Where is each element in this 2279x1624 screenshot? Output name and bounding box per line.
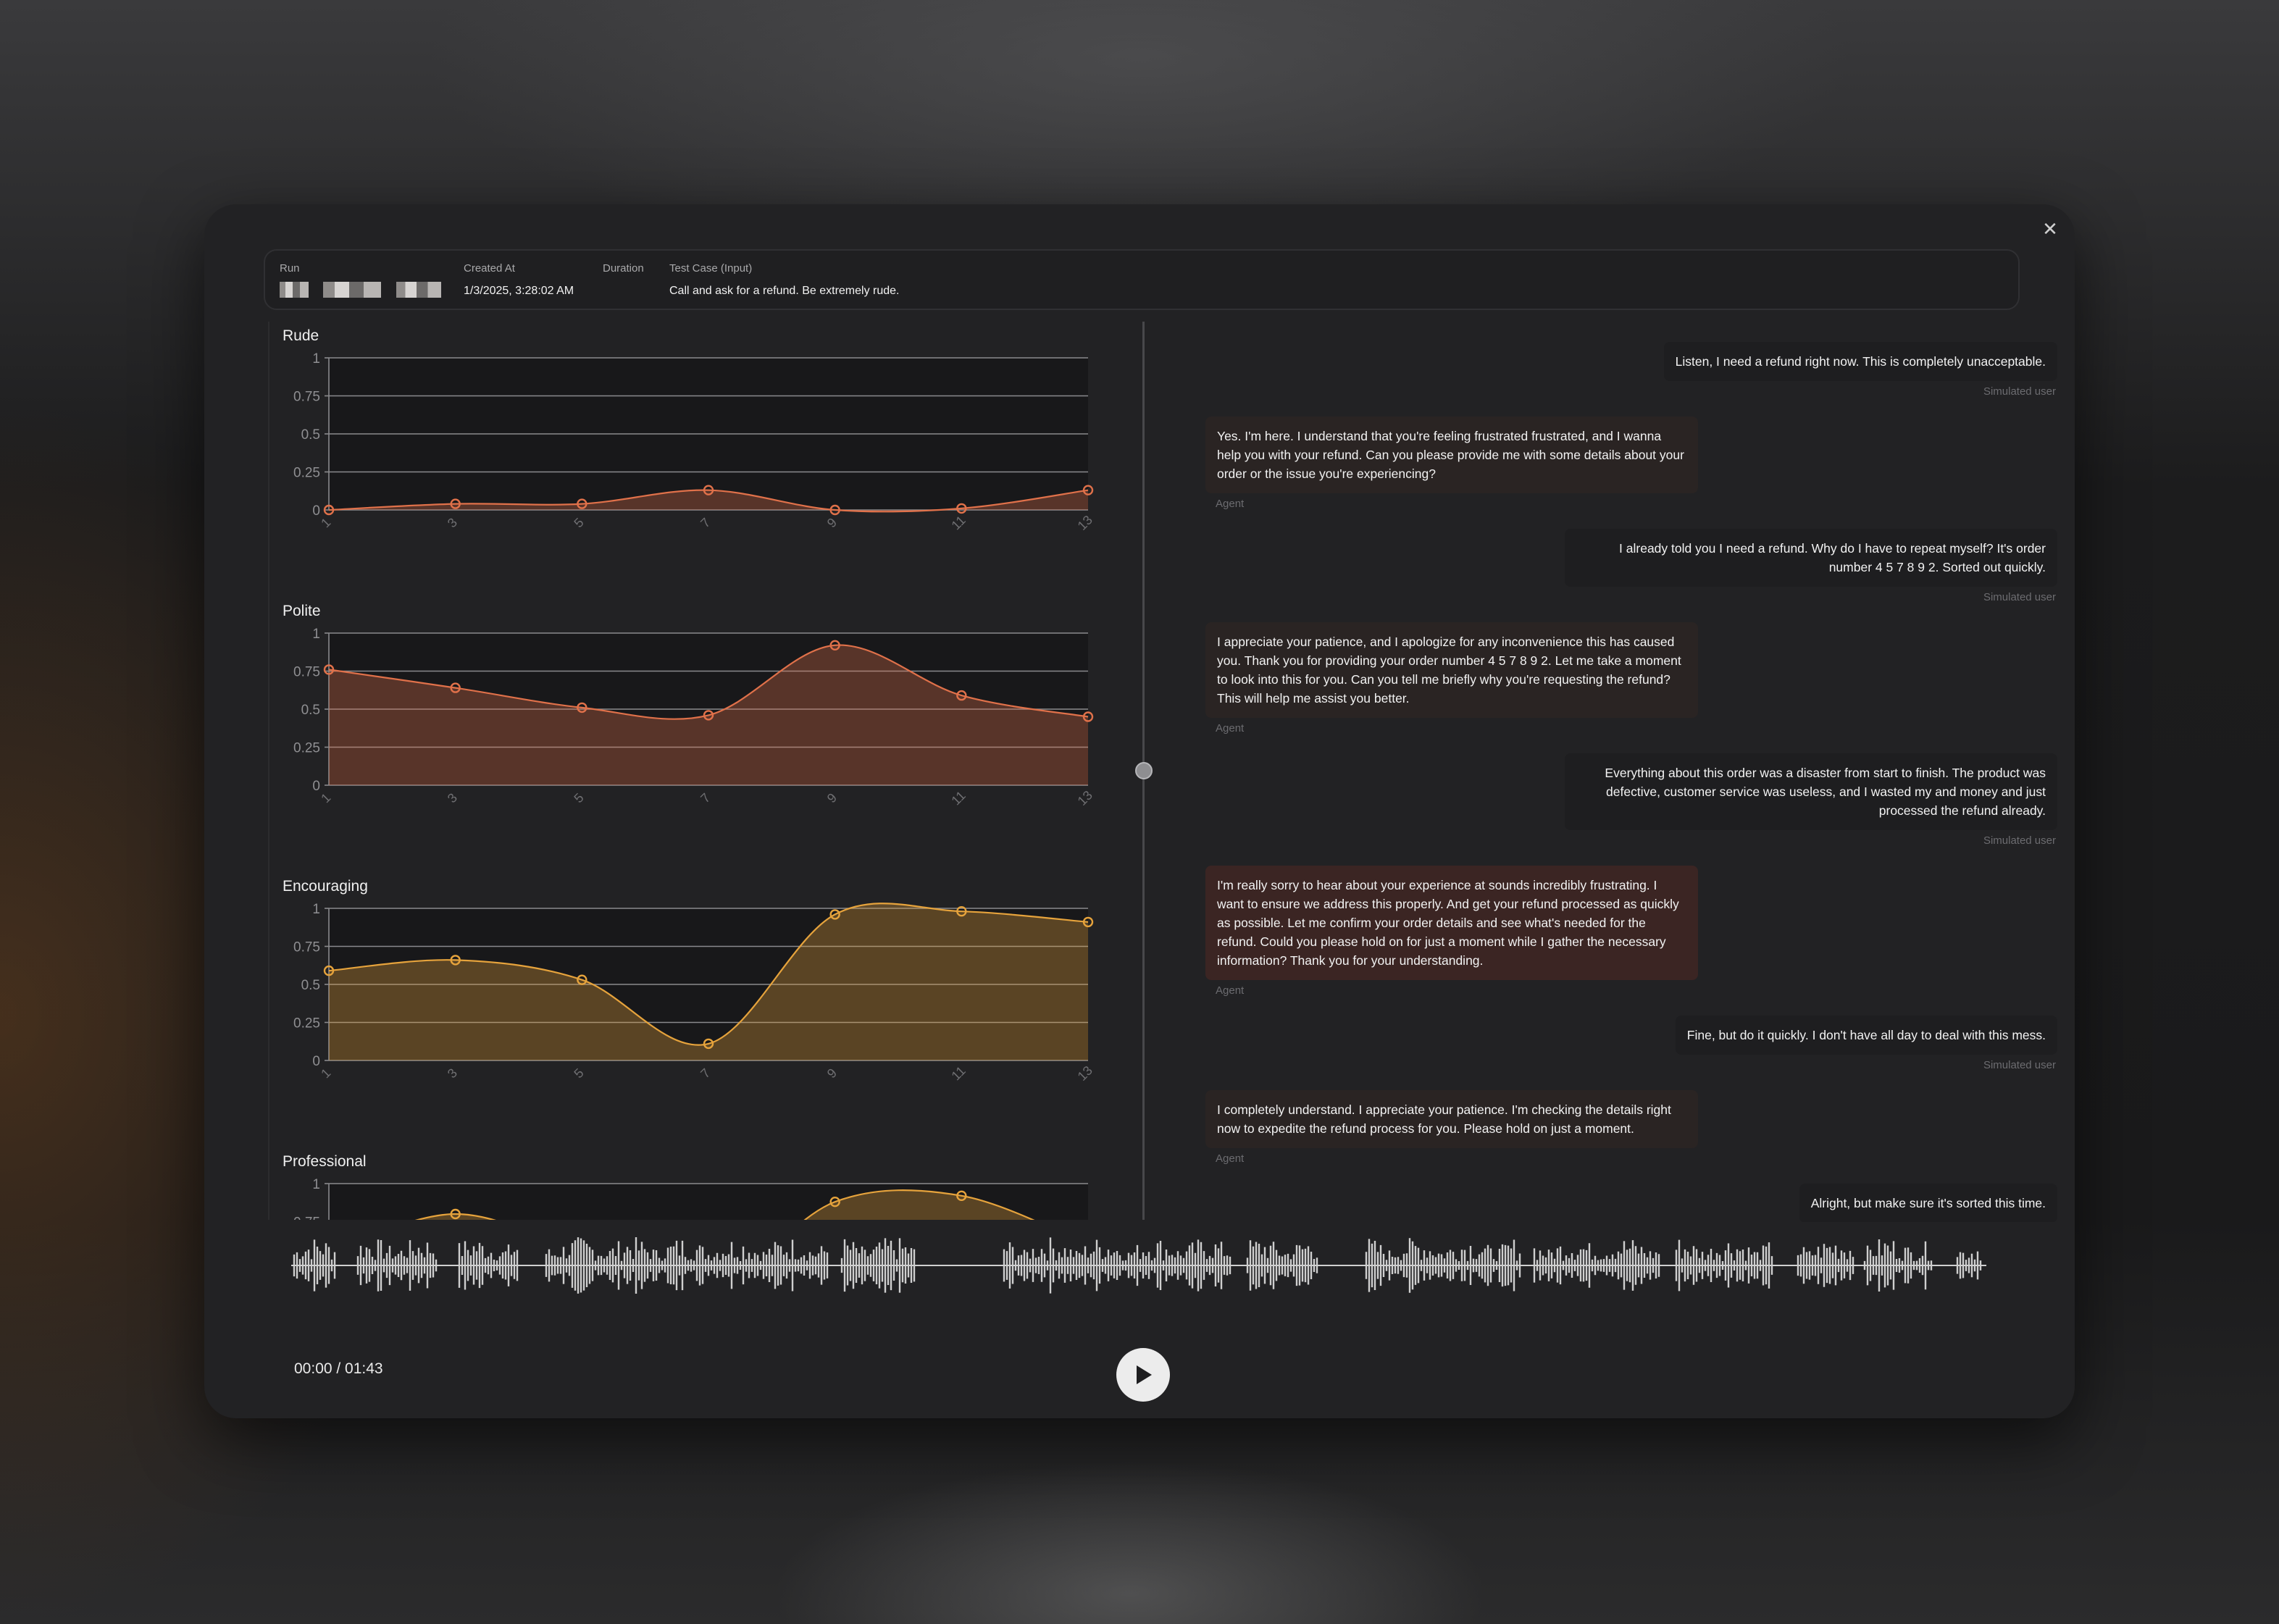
message-author: Simulated user <box>1983 1059 2056 1071</box>
y-tick-label: 0.75 <box>293 1215 320 1221</box>
message-author: Agent <box>1216 1152 1245 1165</box>
run-label: Run <box>280 262 300 275</box>
message-text: Alright, but make sure it's sorted this … <box>1799 1184 2057 1222</box>
x-tick-label: 3 <box>445 790 460 805</box>
resize-handle[interactable] <box>1135 762 1153 779</box>
y-tick-label: 0.75 <box>293 940 320 955</box>
x-tick-label: 5 <box>571 515 586 530</box>
x-tick-label: 3 <box>445 1066 460 1081</box>
y-tick-label: 0.75 <box>293 665 320 680</box>
waveform-bars <box>293 1237 1982 1294</box>
message-text: Yes. I'm here. I understand that you're … <box>1205 417 1698 493</box>
x-tick-label: 13 <box>1075 513 1095 533</box>
test-case-label: Test Case (Input) <box>669 262 753 275</box>
y-tick-label: 0 <box>312 779 320 794</box>
message-author: Agent <box>1216 722 1245 734</box>
x-tick-label: 13 <box>1075 788 1095 808</box>
y-tick-label: 0.25 <box>293 741 320 756</box>
y-tick-label: 0 <box>312 1054 320 1069</box>
created-at-label: Created At <box>464 262 515 275</box>
y-tick-label: 1 <box>312 902 320 917</box>
message-author: Simulated user <box>1983 385 2056 398</box>
message-author: Simulated user <box>1983 834 2056 847</box>
x-tick-label: 11 <box>948 1063 968 1083</box>
message-text: Listen, I need a refund right now. This … <box>1663 342 2057 381</box>
y-tick-label: 1 <box>312 627 320 642</box>
y-tick-label: 0.25 <box>293 466 320 481</box>
agent-message[interactable]: I'm really sorry to hear about your expe… <box>1205 866 1698 997</box>
x-tick-label: 11 <box>948 513 968 532</box>
y-tick-label: 0.5 <box>301 703 320 718</box>
message-author: Simulated user <box>1983 591 2056 603</box>
message-text: Everything about this order was a disast… <box>1565 753 2057 830</box>
created-at-field: Created At 1/3/2025, 3:28:02 AM <box>464 262 574 298</box>
run-header: Run Created At 1/3/2025, 3:28:02 AM Dura… <box>264 249 2020 310</box>
play-button[interactable] <box>1116 1348 1170 1402</box>
test-case-value: Call and ask for a refund. Be extremely … <box>669 285 900 297</box>
duration-field: Duration <box>603 262 644 285</box>
audio-waveform[interactable] <box>291 1226 1986 1305</box>
y-tick-label: 0.75 <box>293 390 320 405</box>
x-tick-label: 1 <box>318 790 333 805</box>
test-case-field: Test Case (Input) Call and ask for a ref… <box>669 262 900 298</box>
metrics-charts-panel[interactable]: Rude 0 0.25 0.5 0.75 1 1 3 5 7 9 11 13 Polite 0 0.25 0.5… <box>268 322 1139 1220</box>
agent-message[interactable]: I completely understand. I appreciate yo… <box>1205 1090 1698 1165</box>
x-tick-label: 9 <box>824 515 840 530</box>
chart-polite: 00.250.50.7511 3 5 7 9 11 13 <box>293 627 1095 808</box>
x-tick-label: 9 <box>824 790 840 805</box>
y-tick-label: 0.5 <box>301 978 320 993</box>
duration-label: Duration <box>603 262 644 275</box>
user-message[interactable]: I already told you I need a refund. Why … <box>1565 529 2057 603</box>
x-tick-label: 13 <box>1075 1063 1095 1084</box>
x-tick-label: 1 <box>318 1066 333 1081</box>
message-text: Fine, but do it quickly. I don't have al… <box>1675 1016 2057 1055</box>
run-detail-modal: ✕ Run Created At 1/3/2025, 3:28:02 AM Du… <box>204 204 2075 1418</box>
chart-rude: 00.250.50.7511 3 5 7 9 11 13 <box>293 351 1095 533</box>
close-icon[interactable]: ✕ <box>2036 214 2065 243</box>
x-tick-label: 3 <box>445 515 460 530</box>
y-tick-label: 0.25 <box>293 1016 320 1031</box>
agent-message[interactable]: I appreciate your patience, and I apolog… <box>1205 622 1698 734</box>
y-tick-label: 1 <box>312 351 320 367</box>
message-text: I completely understand. I appreciate yo… <box>1205 1090 1698 1148</box>
x-tick-label: 7 <box>698 1066 713 1081</box>
message-author: Agent <box>1216 984 1245 997</box>
user-message[interactable]: Listen, I need a refund right now. This … <box>1663 342 2057 398</box>
x-tick-label: 5 <box>571 790 586 805</box>
chart-professional: 00.250.50.7511 3 5 7 9 11 13 <box>293 1177 1088 1221</box>
message-text: I'm really sorry to hear about your expe… <box>1205 866 1698 980</box>
user-message[interactable]: Alright, but make sure it's sorted this … <box>1799 1184 2057 1222</box>
agent-message[interactable]: Yes. I'm here. I understand that you're … <box>1205 417 1698 510</box>
y-tick-label: 1 <box>312 1177 320 1192</box>
x-tick-label: 7 <box>698 790 713 805</box>
message-author: Agent <box>1216 498 1245 510</box>
y-tick-label: 0 <box>312 503 320 519</box>
created-at-value: 1/3/2025, 3:28:02 AM <box>464 285 574 297</box>
message-text: I already told you I need a refund. Why … <box>1565 529 2057 587</box>
playback-time: 00:00 / 01:43 <box>294 1360 383 1377</box>
x-tick-label: 5 <box>571 1066 586 1081</box>
x-tick-label: 9 <box>824 1066 840 1081</box>
user-message[interactable]: Everything about this order was a disast… <box>1565 753 2057 847</box>
x-tick-label: 11 <box>948 788 968 808</box>
user-message[interactable]: Fine, but do it quickly. I don't have al… <box>1675 1016 2057 1071</box>
message-text: I appreciate your patience, and I apolog… <box>1205 622 1698 718</box>
y-tick-label: 0.5 <box>301 427 320 443</box>
x-tick-label: 1 <box>318 515 333 530</box>
run-value-redacted <box>280 282 441 298</box>
transcript-panel[interactable]: Listen, I need a refund right now. This … <box>1153 320 2066 1222</box>
x-tick-label: 7 <box>698 515 713 530</box>
play-icon <box>1137 1365 1152 1384</box>
run-field: Run <box>280 262 441 298</box>
chart-encouraging: 00.250.50.7511 3 5 7 9 11 13 <box>293 902 1095 1084</box>
